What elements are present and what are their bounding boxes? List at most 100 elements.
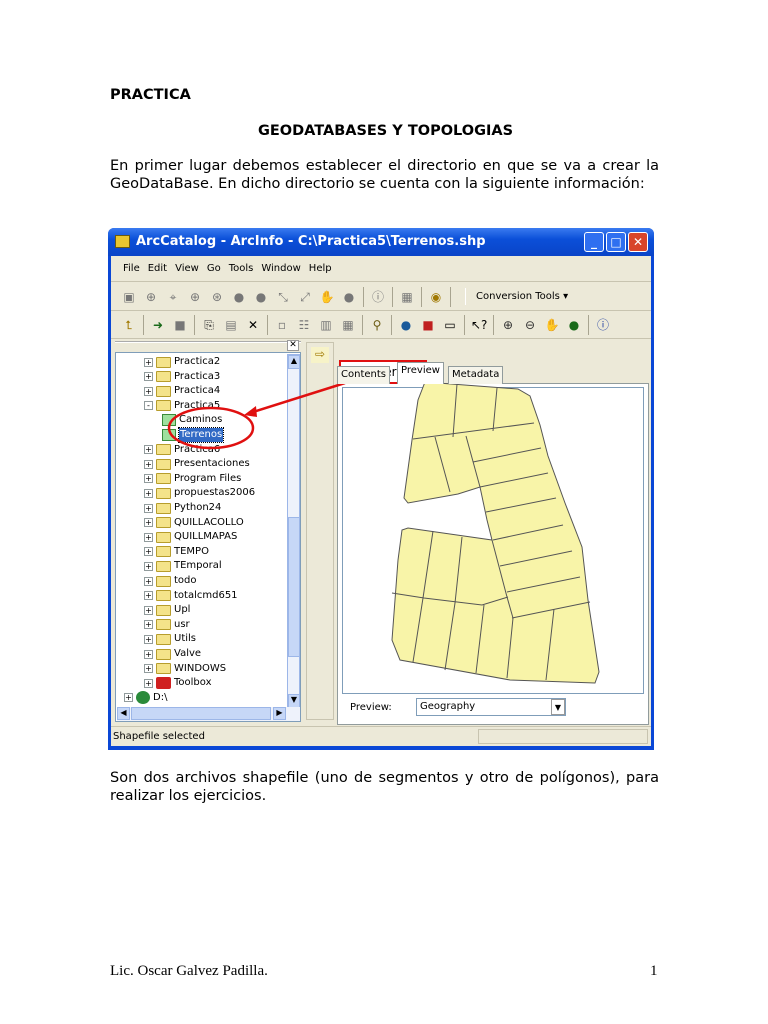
delete-icon[interactable]: ✕ (245, 317, 261, 333)
tree-pane-grip[interactable] (115, 341, 301, 351)
fixed-zoom-out-icon[interactable]: ⤢ (297, 289, 313, 305)
command-line-icon[interactable]: ▭ (442, 317, 458, 333)
expand-icon[interactable]: + (144, 532, 153, 542)
connect-folder-icon[interactable]: ➜ (150, 317, 166, 333)
tree-item[interactable]: + QUILLMAPAS (144, 530, 237, 544)
zoom-layer-icon[interactable]: ⊛ (209, 289, 225, 305)
expand-icon[interactable]: + (144, 664, 153, 674)
expand-icon[interactable]: + (144, 474, 153, 484)
pan-center-icon[interactable]: ⌖ (165, 289, 181, 305)
zoom-in-icon[interactable]: ● (231, 289, 247, 305)
tree-item[interactable]: + Practica6 (144, 443, 220, 457)
vertical-scrollbar[interactable]: ▲ ▼ (287, 354, 300, 708)
tree-item[interactable]: Caminos (162, 413, 222, 427)
tree-item[interactable]: - Practica5 (144, 399, 220, 413)
menu-file[interactable]: File (123, 263, 140, 281)
close-tree-pane-icon[interactable]: ✕ (287, 340, 299, 351)
identify-icon[interactable]: ⓘ (370, 289, 386, 305)
expand-icon[interactable]: + (144, 605, 153, 615)
horizontal-scrollbar[interactable]: ◀ ▶ (117, 707, 300, 721)
tree-item[interactable]: + WINDOWS (144, 662, 226, 676)
expand-icon[interactable]: + (144, 620, 153, 630)
scroll-down-button[interactable]: ▼ (288, 694, 300, 708)
arrow-right-icon[interactable]: ⇨ (311, 347, 329, 363)
maximize-button[interactable]: □ (606, 232, 626, 252)
tree-item[interactable]: + Utils (144, 632, 196, 646)
disconnect-folder-icon[interactable]: ■ (172, 317, 188, 333)
expand-icon[interactable]: + (144, 576, 153, 586)
conversion-tools-dropdown[interactable]: Conversion Tools ▾ (465, 288, 578, 305)
pan-hand-icon[interactable]: ✋ (319, 289, 335, 305)
large-icons-icon[interactable]: ▫ (274, 317, 290, 333)
tree-item[interactable]: + Program Files (144, 472, 241, 486)
scroll-up-button[interactable]: ▲ (288, 355, 300, 369)
menu-tools[interactable]: Tools (229, 263, 254, 281)
scroll-thumb[interactable] (288, 517, 300, 657)
expand-icon[interactable]: + (144, 357, 153, 367)
tree-item[interactable]: + propuestas2006 (144, 486, 255, 500)
minimize-button[interactable]: _ (584, 232, 604, 252)
layer-tool-icon[interactable]: ◉ (428, 289, 444, 305)
identify-icon[interactable]: ⓘ (595, 317, 611, 333)
create-thumbnail-icon[interactable]: ▦ (399, 289, 415, 305)
tree-item[interactable]: + Toolbox (144, 676, 212, 690)
up-level-icon[interactable]: ⮤ (121, 317, 137, 333)
details-icon[interactable]: ▥ (318, 317, 334, 333)
copy-icon[interactable]: ⎘ (201, 317, 217, 333)
zoom-icon[interactable]: ⊕ (187, 289, 203, 305)
zoom-out-icon[interactable]: ⊖ (522, 317, 538, 333)
tree-item[interactable]: + TEmporal (144, 559, 222, 573)
full-extent-globe-icon[interactable]: ● (566, 317, 582, 333)
zoom-in-icon[interactable]: ⊕ (143, 289, 159, 305)
list-icon[interactable]: ☷ (296, 317, 312, 333)
whats-this-icon[interactable]: ↖? (471, 317, 487, 333)
expand-icon[interactable]: + (144, 372, 153, 382)
map-preview[interactable] (342, 387, 644, 694)
scroll-right-button[interactable]: ▶ (273, 707, 286, 720)
thumbnails-icon[interactable]: ▦ (340, 317, 356, 333)
tree-item[interactable]: + QUILLACOLLO (144, 516, 244, 530)
expand-icon[interactable]: + (144, 634, 153, 644)
expand-icon[interactable]: + (144, 649, 153, 659)
expand-icon[interactable]: + (144, 459, 153, 469)
tab-metadata[interactable]: Metadata (448, 366, 504, 384)
zoom-in-icon[interactable]: ⊕ (500, 317, 516, 333)
paste-icon[interactable]: ▤ (223, 317, 239, 333)
tree-item[interactable]: + D:\ (124, 691, 167, 705)
expand-icon[interactable]: + (144, 678, 153, 688)
tree-item[interactable]: Terrenos (162, 427, 225, 443)
pan-icon[interactable]: ✋ (544, 317, 560, 333)
tree-item[interactable]: + Valve (144, 647, 201, 661)
tab-preview[interactable]: Preview (397, 362, 444, 384)
close-button[interactable]: ✕ (628, 232, 648, 252)
fixed-zoom-in-icon[interactable]: ⤡ (275, 289, 291, 305)
tree-item[interactable]: + usr (144, 618, 190, 632)
tab-contents[interactable]: Contents (337, 366, 390, 384)
preview-type-select[interactable]: Geography ▼ (416, 698, 566, 716)
tree-item[interactable]: + Practica4 (144, 384, 220, 398)
expand-icon[interactable]: + (144, 547, 153, 557)
tree-item[interactable]: + totalcmd651 (144, 589, 238, 603)
full-extent-icon[interactable]: ▣ (121, 289, 137, 305)
tree-item[interactable]: + todo (144, 574, 197, 588)
tree-item[interactable]: + Upl (144, 603, 190, 617)
chevron-down-icon[interactable]: ▼ (551, 699, 565, 715)
menu-view[interactable]: View (175, 263, 199, 281)
expand-icon[interactable]: + (144, 488, 153, 498)
menu-window[interactable]: Window (261, 263, 300, 281)
menu-go[interactable]: Go (207, 263, 221, 281)
tree-item[interactable]: + Practica2 (144, 355, 220, 369)
expand-icon[interactable]: + (144, 445, 153, 455)
hscroll-thumb[interactable] (131, 707, 271, 720)
tree-item[interactable]: + Practica3 (144, 370, 220, 384)
tree-item[interactable]: + Presentaciones (144, 457, 250, 471)
globe-icon[interactable]: ● (341, 289, 357, 305)
expand-icon[interactable]: + (124, 693, 133, 703)
expand-icon[interactable]: + (144, 386, 153, 396)
collapse-icon[interactable]: - (144, 401, 153, 411)
menu-help[interactable]: Help (309, 263, 332, 281)
expand-icon[interactable]: + (144, 561, 153, 571)
arctoolbox-icon[interactable]: ■ (420, 317, 436, 333)
expand-icon[interactable]: + (144, 503, 153, 513)
scroll-left-button[interactable]: ◀ (117, 707, 130, 720)
